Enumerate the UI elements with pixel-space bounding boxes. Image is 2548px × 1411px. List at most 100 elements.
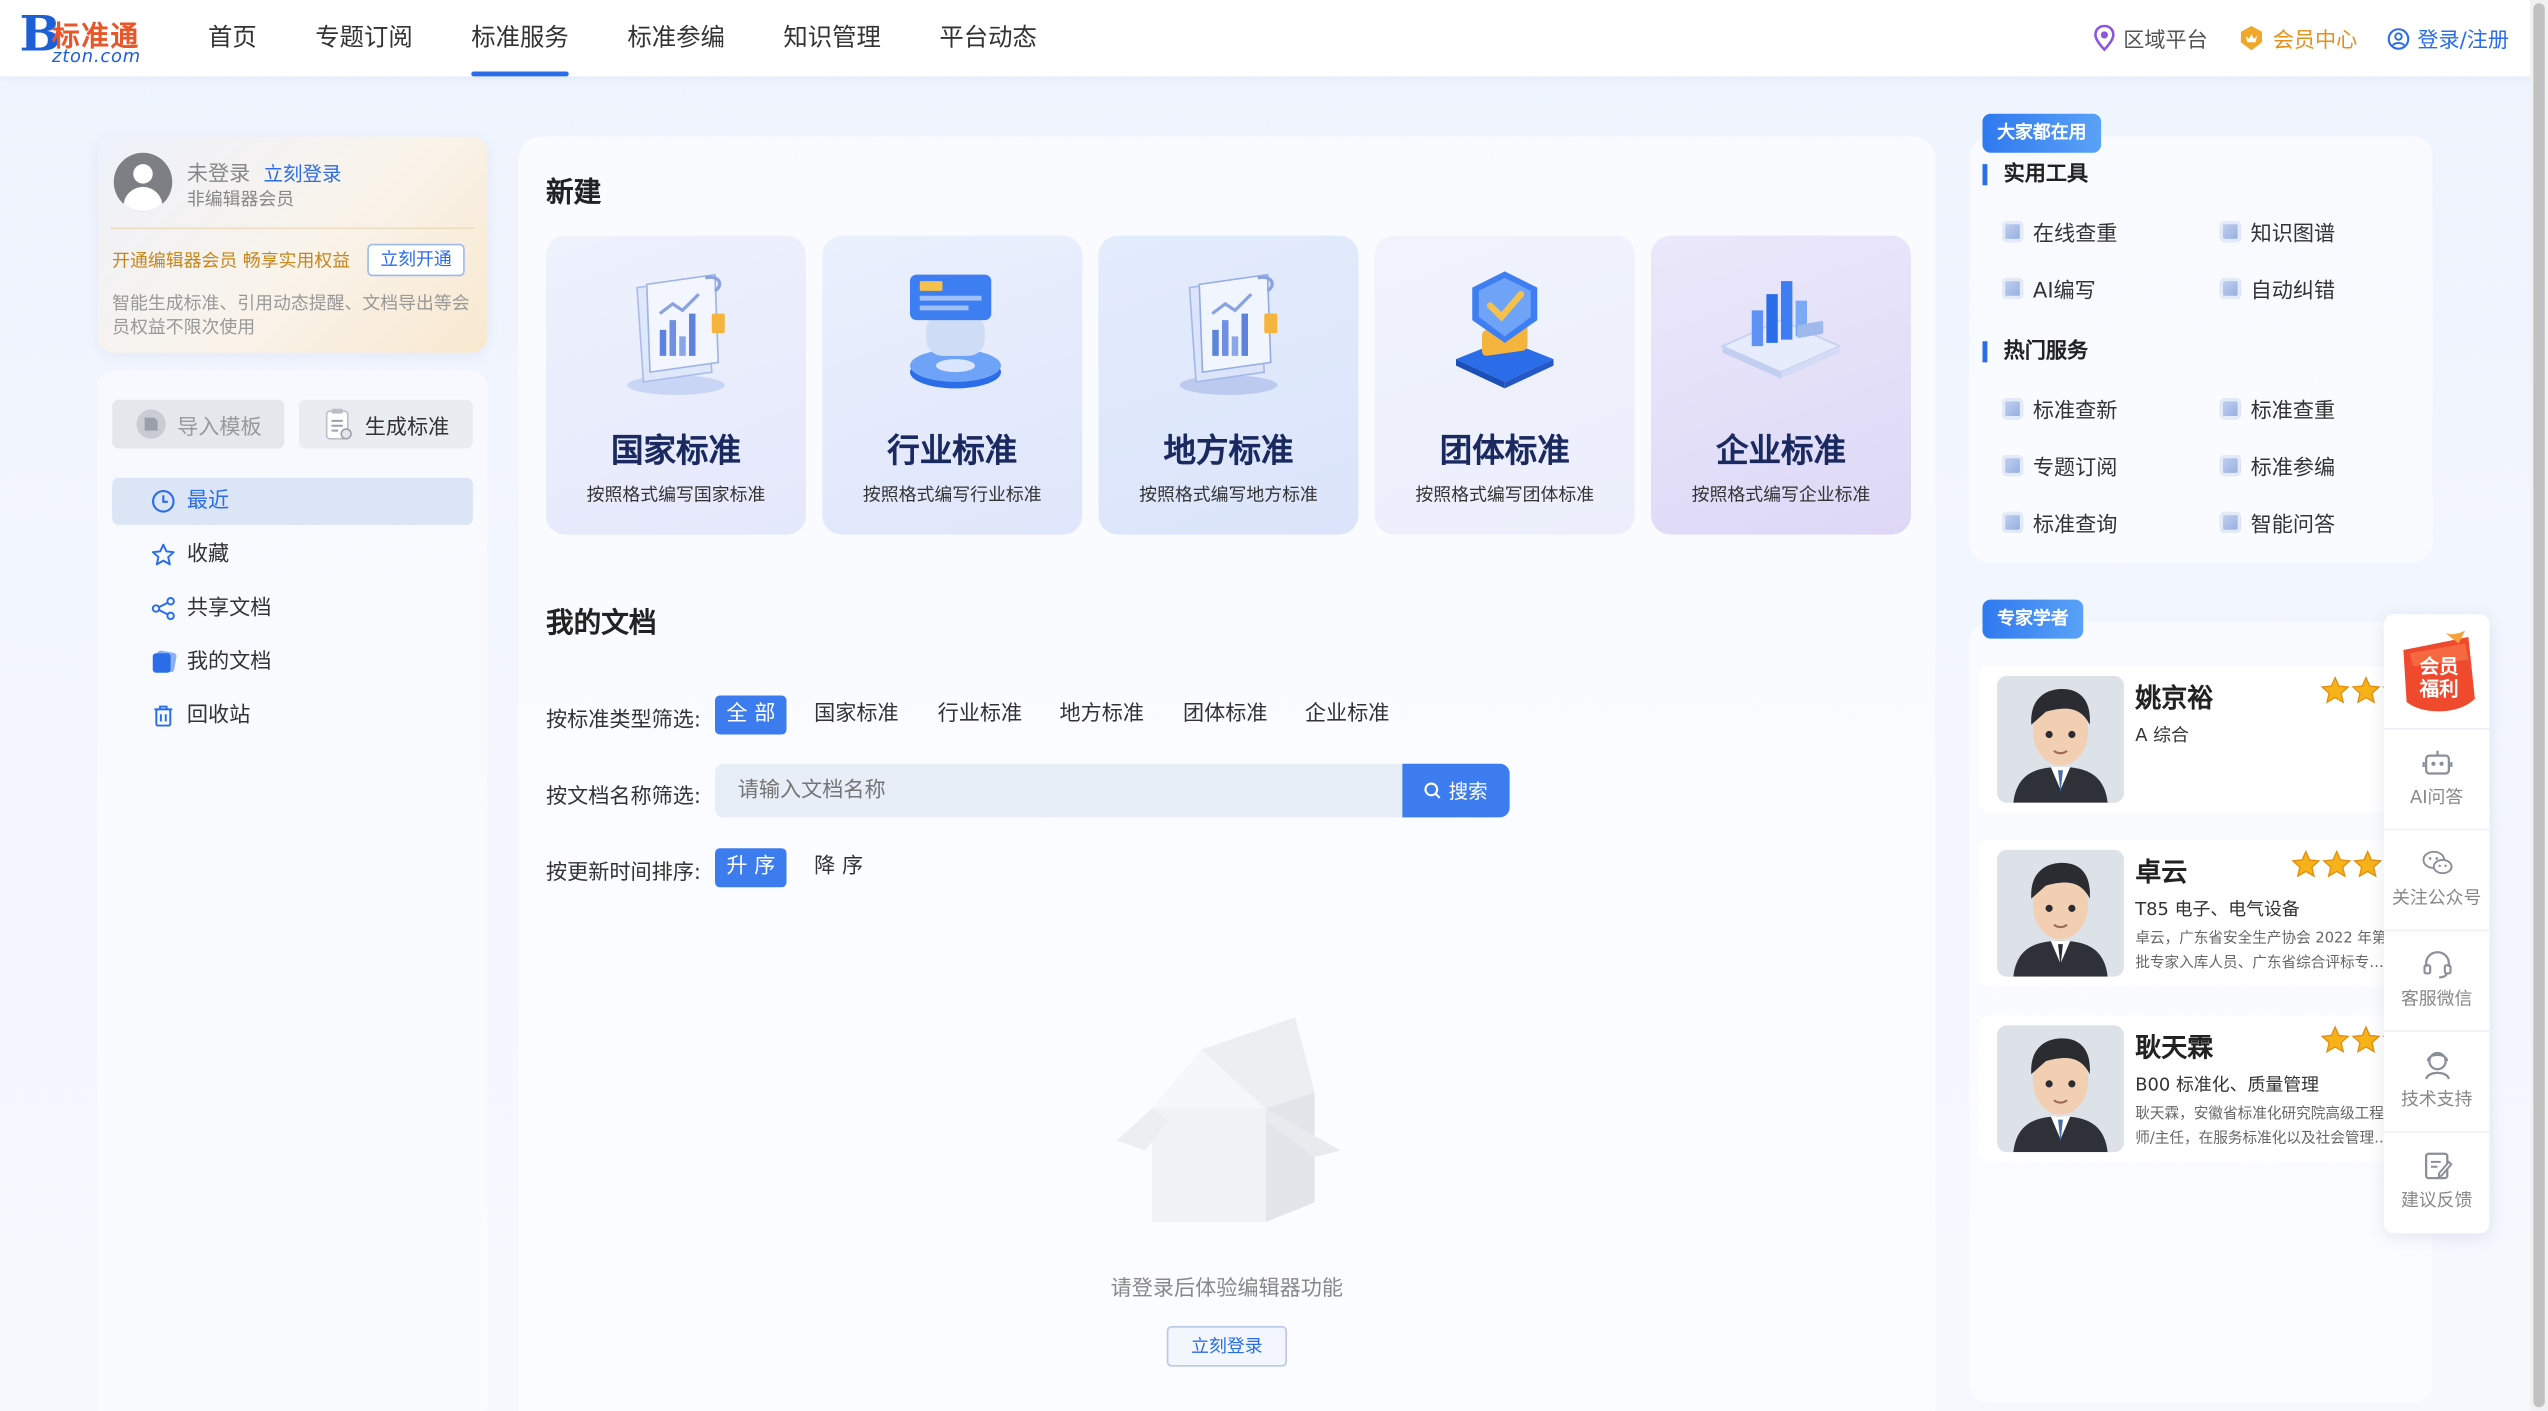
float-follow-wechat[interactable]: 关注公众号 (2383, 828, 2490, 930)
expert-card[interactable]: 耿天霖 B00 标准化、质量管理 耿天霖，安徽省标准化研究院高级工程 师/主任，… (1979, 1015, 2405, 1162)
trash-icon (151, 703, 177, 729)
tool-label: AI编写 (2032, 279, 2096, 304)
expert-field: T85 电子、电气设备 (2135, 898, 2300, 920)
menu-my-docs[interactable]: 我的文档 (112, 639, 473, 686)
region-platform-link[interactable]: 区域平台 (2092, 23, 2208, 54)
menu-recycle-bin[interactable]: 回收站 (112, 692, 473, 739)
card-group-standard[interactable]: 团体标准 按照格式编写团体标准 (1374, 235, 1635, 535)
menu-recent-label: 最近 (186, 489, 230, 514)
tool-icon (2002, 277, 2024, 299)
tool-auto-correct[interactable]: 自动纠错 (2219, 273, 2335, 304)
empty-state-text: 请登录后体验编辑器功能 (1110, 1277, 1344, 1302)
document-icon (151, 649, 177, 675)
login-now-link[interactable]: 立刻登录 (264, 163, 342, 186)
utility-tools-title: 实用工具 (1982, 164, 2088, 186)
filter-group[interactable]: 团体标准 (1172, 696, 1279, 735)
service-standard-query[interactable]: 标准查询 (2002, 507, 2117, 538)
service-icon (2219, 398, 2241, 420)
expert-card[interactable]: 卓云 T85 电子、电气设备 卓云，广东省安全生产协会 2022 年第 批专家入… (1979, 840, 2405, 987)
card-subtitle: 按照格式编写地方标准 (1139, 484, 1318, 506)
member-center-link[interactable]: 会员中心 (2237, 23, 2357, 54)
filter-local[interactable]: 地方标准 (1048, 696, 1155, 735)
tool-online-check[interactable]: 在线查重 (2002, 216, 2117, 247)
experts-badge: 专家学者 (1982, 599, 2084, 639)
user-login-card: 未登录 立刻登录 非编辑器会员 开通编辑器会员 畅享实用权益 立刻开通 智能生成… (97, 136, 488, 353)
expert-description: 耿天霖，安徽省标准化研究院高级工程 师/主任，在服务标准化以及社会管理… (2135, 1103, 2402, 1152)
card-local-standard[interactable]: 地方标准 按照格式编写地方标准 (1098, 235, 1359, 535)
search-icon (1424, 782, 1442, 800)
menu-favorites[interactable]: 收藏 (112, 531, 473, 578)
member-center-label: 会员中心 (2272, 29, 2358, 54)
sort-ascending[interactable]: 升 序 (715, 848, 787, 888)
nav-platform-news[interactable]: 平台动态 (939, 0, 1037, 76)
expert-name: 卓云 (2135, 856, 2188, 888)
service-smart-qa[interactable]: 智能问答 (2219, 507, 2335, 538)
login-register-link[interactable]: 登录/注册 (2386, 23, 2509, 54)
generate-standard-button[interactable]: 生成标准 (299, 399, 473, 449)
type-filter-label: 按标准类型筛选: (546, 708, 702, 733)
service-topic-subscription[interactable]: 专题订阅 (2002, 450, 2117, 481)
document-menu: 最近 收藏 共享文档 我的文档 回收站 (112, 477, 473, 746)
membership-promo-text: 开通编辑器会员 畅享实用权益 (112, 250, 351, 272)
float-customer-service[interactable]: 客服微信 (2383, 929, 2490, 1031)
national-standard-illustration (627, 273, 725, 395)
tool-knowledge-graph[interactable]: 知识图谱 (2219, 216, 2336, 247)
filter-industry[interactable]: 行业标准 (926, 696, 1033, 735)
card-title: 国家标准 (611, 430, 741, 470)
import-template-button[interactable]: 导入模板 (112, 399, 285, 449)
expert-card[interactable]: 姚京裕 A 综合 (1979, 666, 2405, 813)
tool-icon (2002, 221, 2024, 243)
floating-service-bar: 会员 福利 AI问答 关注公众号 客服微信 技术支持 建议反馈 (2383, 614, 2490, 1234)
rating-star-icon (2291, 849, 2321, 879)
service-standard-duplicate-check[interactable]: 标准查重 (2219, 393, 2336, 425)
service-label: 标准查新 (2032, 399, 2118, 425)
tool-label: 知识图谱 (2250, 222, 2336, 247)
member-benefits-badge[interactable]: 会员 福利 (2394, 627, 2482, 715)
expert-description: 卓云，广东省安全生产协会 2022 年第 批专家入库人员、广东省综合评标专… (2135, 928, 2402, 977)
document-name-search-input[interactable] (715, 763, 1404, 818)
nav-standard-drafting[interactable]: 标准参编 (627, 0, 725, 76)
float-tech-support[interactable]: 技术支持 (2383, 1030, 2490, 1131)
page-scrollbar[interactable] (2530, 0, 2548, 1411)
rating-star-icon (2320, 676, 2350, 705)
headset-icon (2422, 951, 2451, 979)
service-label: 标准查重 (2250, 399, 2336, 425)
robot-icon (2421, 750, 2452, 775)
filter-enterprise[interactable]: 企业标准 (1294, 696, 1401, 735)
card-industry-standard[interactable]: 行业标准 按照格式编写行业标准 (822, 235, 1083, 535)
star-icon (151, 542, 177, 568)
filter-national[interactable]: 国家标准 (803, 696, 910, 735)
brand-logo[interactable]: B 标准通 zton.com (20, 9, 163, 67)
open-membership-button[interactable]: 立刻开通 (367, 243, 465, 277)
menu-shared-docs[interactable]: 共享文档 (112, 585, 473, 632)
expert-field: B00 标准化、质量管理 (2135, 1074, 2319, 1096)
group-standard-illustration (1456, 271, 1554, 389)
tool-ai-writing[interactable]: AI编写 (2002, 273, 2096, 304)
feedback-icon (2424, 1152, 2452, 1180)
nav-home[interactable]: 首页 (208, 0, 257, 76)
service-standard-drafting[interactable]: 标准参编 (2219, 450, 2335, 481)
service-icon (2002, 455, 2024, 477)
share-icon (151, 596, 177, 622)
float-ai-qa[interactable]: AI问答 (2383, 728, 2490, 829)
divider (110, 227, 475, 230)
nav-topic-subscription[interactable]: 专题订阅 (315, 0, 413, 76)
filter-all[interactable]: 全 部 (715, 695, 787, 735)
search-button[interactable]: 搜索 (1402, 763, 1510, 818)
document-sidebar: 导入模板 生成标准 最近 收藏 共享文档 我的文档 回收站 (97, 370, 488, 1411)
nav-knowledge-management[interactable]: 知识管理 (783, 0, 881, 76)
card-enterprise-standard[interactable]: 企业标准 按照格式编写企业标准 (1651, 235, 1911, 535)
nav-standard-services[interactable]: 标准服务 (471, 0, 569, 77)
empty-state-login-button[interactable]: 立刻登录 (1166, 1326, 1287, 1367)
scrollbar-thumb[interactable] (2533, 3, 2545, 1408)
generate-standard-label: 生成标准 (364, 415, 450, 440)
float-item-label: 技术支持 (2400, 1088, 2473, 1110)
card-title: 企业标准 (1716, 430, 1846, 470)
menu-recent[interactable]: 最近 (112, 477, 473, 525)
editor-main-panel: 新建 国家标准 按照格式编写国家标准 行业标准 按照格式编写行业标准 地方标准 … (518, 136, 1936, 1411)
card-national-standard[interactable]: 国家标准 按照格式编写国家标准 (546, 235, 806, 535)
service-standard-novelty[interactable]: 标准查新 (2002, 393, 2117, 424)
float-feedback[interactable]: 建议反馈 (2383, 1131, 2490, 1232)
card-title: 地方标准 (1163, 430, 1294, 470)
sort-descending[interactable]: 降 序 (803, 848, 875, 887)
